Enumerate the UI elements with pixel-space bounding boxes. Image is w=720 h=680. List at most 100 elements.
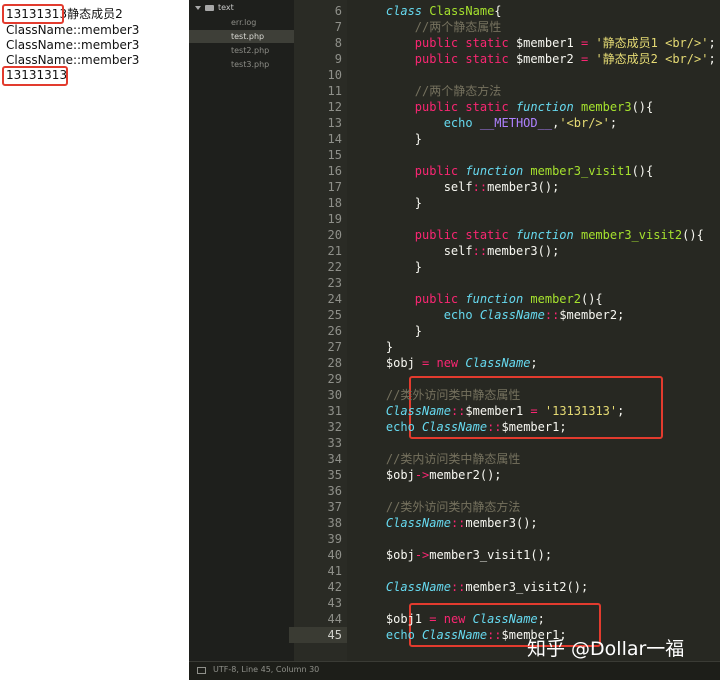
code-token: -> (414, 468, 430, 482)
sidebar-folder[interactable]: text (195, 3, 234, 12)
code-token: public (414, 292, 466, 306)
code-line: public static $member2 = '静态成员2 <br/>'; (357, 51, 716, 67)
sidebar-file-item[interactable]: test.php (189, 30, 294, 43)
sidebar-file-item[interactable]: err.log (189, 16, 294, 29)
status-text: UTF-8, Line 45, Column 30 (213, 665, 320, 674)
line-number: 20 (327, 228, 342, 242)
code-token: $obj (385, 468, 415, 482)
code-token: (){ (580, 292, 603, 306)
line-number: 21 (327, 244, 342, 258)
code-token: ClassName (385, 516, 451, 530)
code-token: '<br/>' (559, 116, 610, 130)
line-number: 33 (327, 436, 342, 450)
output-line: ClassName::member3 (6, 23, 140, 37)
code-token: public (414, 100, 466, 114)
line-number: 32 (327, 420, 342, 434)
code-token: self (443, 244, 473, 258)
code-token: member2 (530, 292, 581, 306)
line-number: 16 (327, 164, 342, 178)
code-token: :: (450, 516, 466, 530)
line-number: 25 (327, 308, 342, 322)
code-token: $member2 (559, 308, 618, 322)
sidebar-file-item[interactable]: test3.php (189, 58, 294, 71)
code-token: = (530, 404, 545, 418)
sidebar-file-item[interactable]: test2.php (189, 44, 294, 57)
code-token: :: (472, 244, 488, 258)
code-token: member2 (429, 468, 480, 482)
code-token: function (515, 100, 581, 114)
watermark: 知乎 @Dollar一福 (527, 638, 685, 660)
code-token: = (580, 52, 596, 66)
line-number: 28 (327, 356, 342, 370)
code-token: $member1 (501, 420, 560, 434)
code-token: //类外访问类中静态属性 (385, 388, 521, 402)
code-line: public function member3_visit1(){ (357, 163, 653, 179)
code-token: } (414, 196, 423, 210)
code-token: '静态成员1 <br/>' (595, 36, 709, 50)
code-token: } (385, 340, 394, 354)
line-number: 36 (327, 484, 342, 498)
code-token: -> (414, 548, 430, 562)
highlight-box (2, 4, 64, 24)
code-area[interactable]: class ClassName{ //两个静态属性 public static … (347, 0, 720, 661)
panel-icon[interactable] (197, 667, 206, 674)
code-token: (); (530, 548, 553, 562)
disclosure-arrow-icon[interactable] (195, 5, 201, 10)
code-token: '13131313' (544, 404, 618, 418)
line-number: 29 (327, 372, 342, 386)
code-token: class (385, 4, 430, 18)
file-sidebar: text err.log test.php test2.php test3.php (189, 0, 294, 661)
line-number: 26 (327, 324, 342, 338)
line-number: 23 (327, 276, 342, 290)
line-number: 12 (327, 100, 342, 114)
code-token: ; (537, 612, 545, 626)
code-token: ClassName (385, 580, 451, 594)
line-number: 40 (327, 548, 342, 562)
code-token: //两个静态方法 (414, 84, 502, 98)
code-token: public (414, 228, 466, 242)
code-token: ClassName (429, 4, 495, 18)
code-token: :: (544, 308, 560, 322)
line-number: 8 (334, 36, 342, 50)
code-token: self (443, 180, 473, 194)
code-line: $obj->member2(); (357, 467, 502, 483)
code-line: public static $member1 = '静态成员1 <br/>'; (357, 35, 716, 51)
code-line: public function member2(){ (357, 291, 603, 307)
code-token: //类外访问类内静态方法 (385, 500, 521, 514)
file-name: test2.php (231, 46, 270, 55)
code-token: public (414, 164, 466, 178)
file-name: test.php (231, 32, 265, 41)
code-token: __METHOD__ (479, 116, 553, 130)
code-token: ; (708, 36, 716, 50)
code-line: self::member3(); (357, 179, 560, 195)
line-number: 42 (327, 580, 342, 594)
code-token: ClassName (422, 628, 488, 642)
code-token: ClassName (479, 308, 545, 322)
code-token: (); (537, 180, 560, 194)
code-token: } (414, 260, 423, 274)
code-token: new (443, 612, 473, 626)
line-number: 45 (289, 627, 347, 643)
code-line: public static function member3_visit2(){ (357, 227, 704, 243)
code-token: function (465, 164, 531, 178)
code-token: = (580, 36, 596, 50)
code-line: public static function member3(){ (357, 99, 653, 115)
code-token: //两个静态属性 (414, 20, 502, 34)
code-token: member3 (465, 516, 516, 530)
code-token: (){ (631, 100, 654, 114)
code-line: ClassName::$member1 = '13131313'; (357, 403, 624, 419)
code-line: //类外访问类中静态属性 (357, 387, 520, 403)
code-line: //两个静态属性 (357, 19, 501, 35)
code-token: } (414, 132, 423, 146)
